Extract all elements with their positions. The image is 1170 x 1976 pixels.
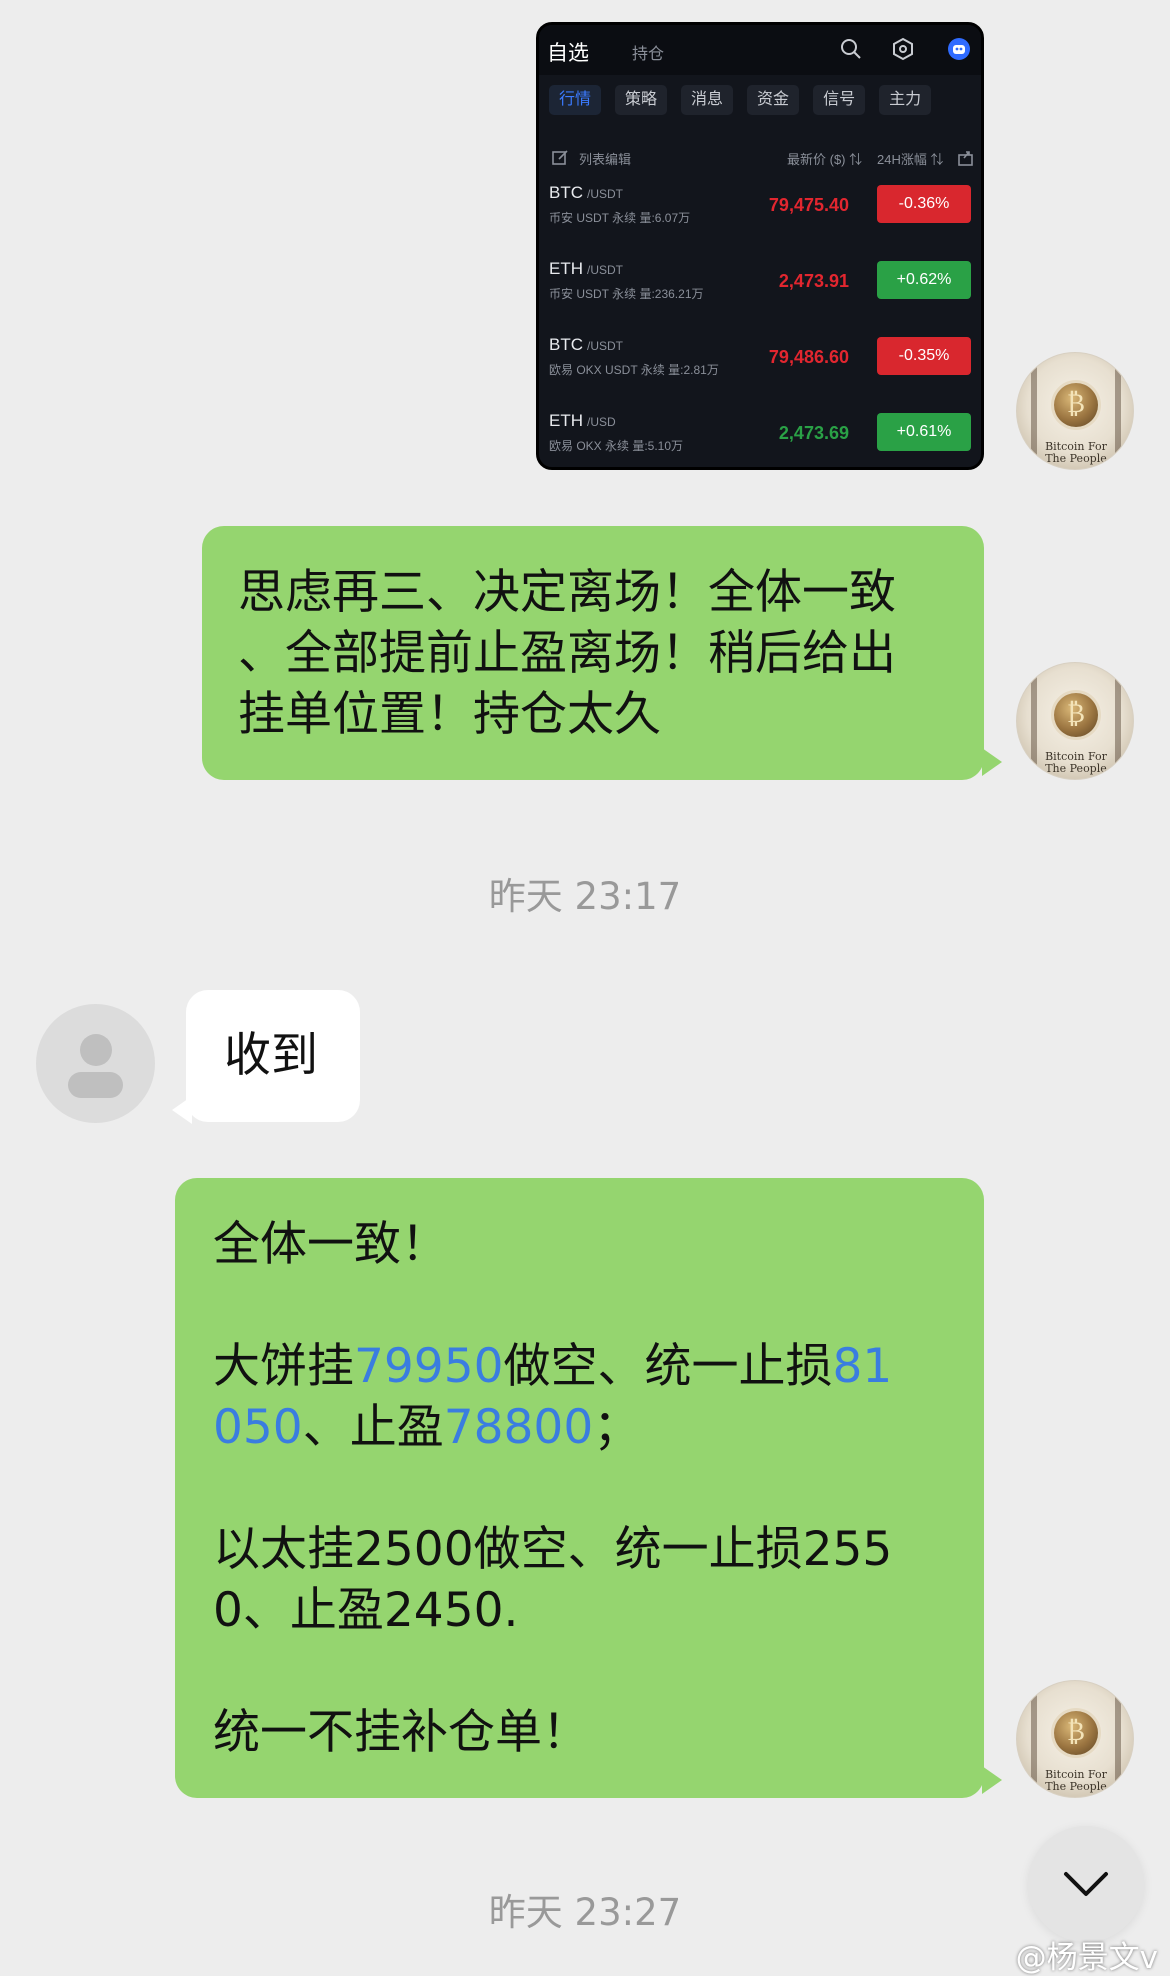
price-link[interactable]: 79950 <box>354 1339 504 1394</box>
list-header: 列表编辑 最新价 ($) ⇅ 24H涨幅 ⇅ <box>539 147 981 169</box>
chevron-down-icon <box>1064 1872 1108 1896</box>
bitcoin-coin-icon <box>1054 383 1098 427</box>
person-icon <box>80 1034 112 1066</box>
ticker-row: BTC/USDT 币安 USDT 永续 量:6.07万 79,475.40 -0… <box>539 177 981 253</box>
ticker-exchange: 币安 USDT 永续 量:236.21万 <box>549 287 704 301</box>
receiver-avatar[interactable] <box>36 1004 155 1123</box>
list-edit-label: 列表编辑 <box>579 152 632 167</box>
change-badge: +0.61% <box>877 413 971 451</box>
change-column-header: 24H涨幅 ⇅ <box>877 152 944 167</box>
search-icon <box>841 39 861 59</box>
tab-main-force: 主力 <box>879 85 932 115</box>
tab-market: 行情 <box>549 85 602 115</box>
bitcoin-coin-icon <box>1054 1711 1098 1755</box>
change-badge: -0.35% <box>877 337 971 375</box>
watermark: @杨景文v <box>1015 1940 1158 1976</box>
chat-bubble-outgoing[interactable]: 全体一致！ 大饼挂79950做空、统一止损81 050、止盈78800； 以太挂… <box>175 1178 984 1798</box>
change-badge: +0.62% <box>877 261 971 299</box>
tab-signal: 信号 <box>813 85 866 115</box>
sender-avatar[interactable]: Bitcoin For The People <box>1016 1680 1134 1798</box>
ticker-exchange: 币安 USDT 永续 量:6.07万 <box>549 211 691 225</box>
ticker-row: BTC/USDT 欧易 OKX USDT 永续 量:2.81万 79,486.6… <box>539 329 981 405</box>
robot-icon <box>948 38 970 60</box>
tab-strategy: 策略 <box>615 85 668 115</box>
price-link[interactable]: 81 <box>833 1339 893 1394</box>
sender-avatar[interactable]: Bitcoin For The People <box>1016 662 1134 780</box>
trading-screenshot-image[interactable]: 自选 持仓 行情 策略 消息 资金 信号 主力 列表编辑 最新价 ($) ⇅ 2… <box>536 22 984 470</box>
ticker-symbol: ETH/USD <box>549 411 616 430</box>
tab-funds: 资金 <box>747 85 800 115</box>
ticker-exchange: 欧易 OKX 永续 量:5.10万 <box>549 439 684 453</box>
timestamp: 昨天 23:17 <box>488 875 682 918</box>
scroll-to-bottom-button[interactable] <box>1028 1826 1144 1942</box>
ticker-price: 79,486.60 <box>768 347 849 367</box>
change-badge: -0.36% <box>877 185 971 223</box>
bubble-tail <box>982 748 1002 776</box>
bubble-tail <box>982 1766 1002 1794</box>
chat-bubble-outgoing[interactable]: 思虑再三、决定离场！全体一致 、全部提前止盈离场！稍后给出 挂单位置！持仓太久 <box>202 526 984 780</box>
ticker-price: 2,473.69 <box>778 423 849 443</box>
watchlist-title: 自选 <box>547 42 589 65</box>
ticker-row: ETH/USD 欧易 OKX 永续 量:5.10万 2,473.69 +0.61… <box>539 405 981 467</box>
share-icon <box>958 151 973 166</box>
ticker-symbol: BTC/USDT <box>549 183 623 202</box>
ticker-symbol: BTC/USDT <box>549 335 623 354</box>
price-column-header: 最新价 ($) ⇅ <box>787 152 863 167</box>
ticker-row: ETH/USDT 币安 USDT 永续 量:236.21万 2,473.91 +… <box>539 253 981 329</box>
ticker-exchange: 欧易 OKX USDT 永续 量:2.81万 <box>549 363 719 377</box>
edit-icon <box>552 150 568 165</box>
price-link[interactable]: 050 <box>213 1400 303 1455</box>
chat-bubble-incoming[interactable]: 收到 <box>186 990 360 1122</box>
app-header: 自选 持仓 <box>539 25 981 75</box>
market-tabs: 行情 策略 消息 资金 信号 主力 <box>549 85 932 115</box>
timestamp: 昨天 23:27 <box>488 1891 682 1934</box>
bitcoin-coin-icon <box>1054 693 1098 737</box>
ticker-symbol: ETH/USDT <box>549 259 623 278</box>
positions-tab: 持仓 <box>632 46 665 63</box>
ticker-price: 79,475.40 <box>768 195 849 215</box>
settings-hex-icon <box>893 37 913 61</box>
tab-news: 消息 <box>681 85 734 115</box>
price-link[interactable]: 78800 <box>444 1400 594 1455</box>
ticker-price: 2,473.91 <box>778 271 849 291</box>
sender-avatar[interactable]: Bitcoin For The People <box>1016 352 1134 470</box>
